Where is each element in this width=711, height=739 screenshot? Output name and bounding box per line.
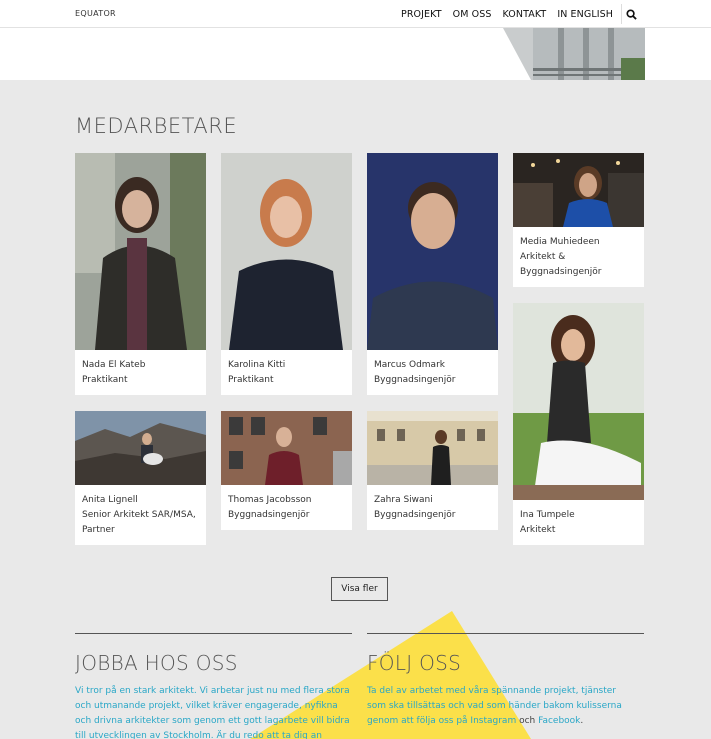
staff-caption: Nada El Kateb Praktikant (75, 350, 206, 388)
nav-link-in-english[interactable]: IN ENGLISH (557, 9, 613, 20)
staff-role: Arkitekt (520, 525, 556, 535)
staff-caption: Anita Lignell Senior Arkitekt SAR/MSA, P… (75, 485, 206, 538)
facebook-link[interactable]: Facebook (538, 716, 580, 726)
instagram-link[interactable]: Instagram (470, 716, 516, 726)
follow-text-prefix: genom att följa oss på (367, 716, 471, 726)
nav-link-kontakt[interactable]: KONTAKT (502, 9, 546, 20)
staff-photo (367, 153, 498, 350)
staff-card[interactable]: Anita Lignell Senior Arkitekt SAR/MSA, P… (75, 411, 206, 545)
search-button[interactable] (621, 4, 641, 24)
staff-card[interactable]: Media Muhiedeen Arkitekt & Byggnadsingen… (513, 153, 644, 287)
brand-logo[interactable]: EQUATOR (75, 9, 116, 18)
follow-text-line: som ska tillsättas och vad som händer ba… (367, 701, 622, 711)
staff-caption: Ina Tumpele Arkitekt (513, 500, 644, 538)
show-more-button[interactable]: Visa fler (331, 577, 388, 601)
staff-role: Byggnadsingenjör (374, 375, 456, 385)
staff-card[interactable]: Marcus Odmark Byggnadsingenjör (367, 153, 498, 395)
follow-text: Ta del av arbetet med våra spännande pro… (367, 684, 652, 729)
follow-text-and: och (516, 716, 539, 726)
staff-photo (221, 153, 352, 350)
search-icon (626, 8, 637, 20)
staff-photo (513, 303, 644, 500)
staff-name: Thomas Jacobsson (228, 495, 312, 505)
top-navigation-bar: EQUATOR PROJEKT OM OSS KONTAKT IN ENGLIS… (0, 0, 711, 28)
staff-card[interactable]: Ina Tumpele Arkitekt (513, 303, 644, 545)
staff-role: Byggnadsingenjör (228, 510, 310, 520)
main-nav: PROJEKT OM OSS KONTAKT IN ENGLISH (390, 0, 641, 28)
jobs-text-line: och drivna arkitekter som genom ett gott… (75, 716, 350, 726)
jobs-text-line: och utmanande projekt, vilket kräver eng… (75, 701, 338, 711)
jobs-text: Vi tror på en stark arkitekt. Vi arbetar… (75, 684, 360, 739)
staff-card[interactable]: Nada El Kateb Praktikant (75, 153, 206, 395)
staff-card[interactable]: Karolina Kitti Praktikant (221, 153, 352, 395)
staff-caption: Thomas Jacobsson Byggnadsingenjör (221, 485, 352, 523)
section-title: MEDARBETARE (75, 114, 238, 138)
staff-role-line-2: Byggnadsingenjör (520, 267, 602, 277)
staff-role-line-1: Arkitekt & (520, 252, 566, 262)
staff-photo (367, 411, 498, 485)
staff-role-line-2: Partner (82, 525, 115, 535)
staff-photo (513, 153, 644, 227)
nav-link-om-oss[interactable]: OM OSS (453, 9, 492, 20)
staff-caption: Karolina Kitti Praktikant (221, 350, 352, 388)
staff-card[interactable]: Thomas Jacobsson Byggnadsingenjör (221, 411, 352, 530)
staff-caption: Marcus Odmark Byggnadsingenjör (367, 350, 498, 388)
staff-name: Ina Tumpele (520, 510, 575, 520)
jobs-title: JOBBA HOS OSS (75, 651, 238, 675)
staff-name: Marcus Odmark (374, 360, 445, 370)
staff-name: Media Muhiedeen (520, 237, 600, 247)
jobs-text-line: Vi tror på en stark arkitekt. Vi arbetar… (75, 686, 350, 696)
hero-building-image (503, 28, 645, 80)
staff-name: Anita Lignell (82, 495, 138, 505)
staff-name: Nada El Kateb (82, 360, 146, 370)
hero-band (0, 28, 711, 80)
staff-photo (75, 411, 206, 485)
divider-jobs (75, 633, 352, 634)
staff-card[interactable]: Zahra Siwani Byggnadsingenjör (367, 411, 498, 530)
staff-name: Karolina Kitti (228, 360, 286, 370)
staff-role: Praktikant (228, 375, 274, 385)
staff-photo (75, 153, 206, 350)
follow-text-line: Ta del av arbetet med våra spännande pro… (367, 686, 616, 696)
staff-name: Zahra Siwani (374, 495, 433, 505)
follow-title: FÖLJ OSS (367, 651, 462, 675)
divider-follow (367, 633, 644, 634)
jobs-text-line: till utvecklingen av Stockholm. Är du re… (75, 731, 322, 739)
staff-role-line-1: Senior Arkitekt SAR/MSA, (82, 510, 196, 520)
follow-text-line: genom att följa oss på Instagram och Fac… (367, 714, 652, 729)
staff-role: Byggnadsingenjör (374, 510, 456, 520)
follow-text-period: . (580, 716, 584, 726)
staff-photo (221, 411, 352, 485)
staff-caption: Zahra Siwani Byggnadsingenjör (367, 485, 498, 523)
staff-role: Praktikant (82, 375, 128, 385)
staff-caption: Media Muhiedeen Arkitekt & Byggnadsingen… (513, 227, 644, 280)
nav-link-projekt[interactable]: PROJEKT (401, 9, 442, 20)
